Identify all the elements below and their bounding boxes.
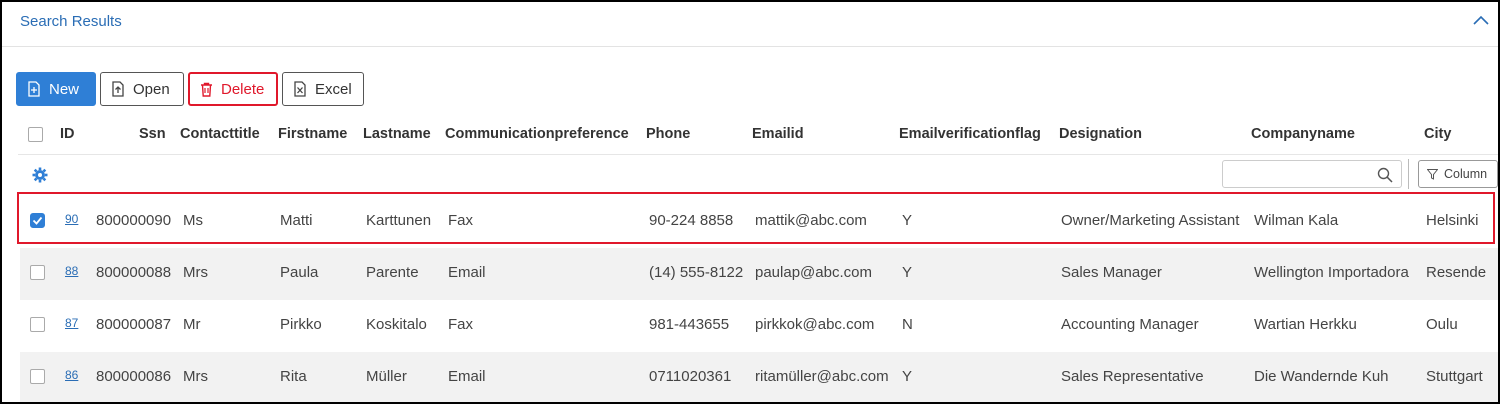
cell-comm: Fax (448, 212, 474, 229)
cell-email: ritamüller@abc.com (755, 368, 889, 385)
excel-file-icon (294, 81, 306, 97)
cell-first: Paula (280, 264, 319, 281)
cell-phone: 90-224 8858 (649, 212, 734, 229)
cell-designation: Owner/Marketing Assistant (1061, 212, 1240, 229)
cell-last: Koskitalo (366, 316, 427, 333)
cell-city: Oulu (1426, 316, 1458, 333)
select-all-checkbox[interactable] (28, 127, 43, 142)
cell-first: Pirkko (280, 316, 322, 333)
col-header-city[interactable]: City (1424, 126, 1451, 142)
col-header-phone[interactable]: Phone (646, 126, 690, 142)
cell-phone: 981-443655 (649, 316, 730, 333)
cell-city: Stuttgart (1426, 368, 1483, 385)
cell-company: Die Wandernde Kuh (1254, 368, 1389, 385)
cell-email: mattik@abc.com (755, 212, 867, 229)
cell-designation: Sales Representative (1061, 368, 1204, 385)
cell-comm: Email (448, 368, 486, 385)
cell-last: Müller (366, 368, 407, 385)
col-header-id[interactable]: ID (60, 126, 75, 142)
col-header-companyname[interactable]: Companyname (1251, 126, 1355, 142)
col-header-ssn[interactable]: Ssn (139, 126, 166, 142)
delete-button-label: Delete (221, 80, 265, 98)
cell-email: paulap@abc.com (755, 264, 872, 281)
row-checkbox[interactable] (30, 213, 45, 228)
cell-title: Mrs (183, 264, 208, 281)
row-checkbox[interactable] (30, 317, 45, 332)
toolbar-divider (1408, 159, 1409, 189)
col-header-emailverificationflag[interactable]: Emailverificationflag (899, 126, 1041, 142)
row-checkbox[interactable] (30, 265, 45, 280)
col-header-firstname[interactable]: Firstname (278, 126, 347, 142)
cell-designation: Accounting Manager (1061, 316, 1199, 333)
new-file-icon (28, 81, 40, 97)
col-header-communicationpreference[interactable]: Communicationpreference (445, 126, 629, 142)
cell-ssn: 800000090 (96, 212, 172, 229)
trash-icon (201, 82, 212, 97)
cell-title: Mr (183, 316, 201, 333)
cell-company: Wellington Importadora (1254, 264, 1409, 281)
panel-title: Search Results (20, 13, 122, 30)
cell-city: Helsinki (1426, 212, 1479, 229)
cell-ssn: 800000087 (96, 316, 172, 333)
search-results-panel: Search Results New Open Delete Excel ID … (0, 0, 1500, 404)
cell-flag: Y (902, 264, 913, 281)
column-filter-label: Column (1444, 167, 1488, 181)
excel-button[interactable]: Excel (282, 72, 364, 106)
chevron-up-icon[interactable] (1470, 10, 1492, 32)
row-id-link[interactable]: 90 (65, 212, 78, 226)
col-header-lastname[interactable]: Lastname (363, 126, 431, 142)
cell-first: Rita (280, 368, 307, 385)
col-header-contacttitle[interactable]: Contacttitle (180, 126, 260, 142)
search-input[interactable] (1222, 160, 1402, 188)
delete-button[interactable]: Delete (188, 72, 278, 106)
cell-flag: N (902, 316, 913, 333)
new-button[interactable]: New (16, 72, 96, 106)
col-header-designation[interactable]: Designation (1059, 126, 1142, 142)
panel-header: Search Results (2, 2, 1498, 47)
open-button-label: Open (133, 80, 170, 98)
cell-ssn: 800000086 (96, 368, 172, 385)
cell-comm: Email (448, 264, 486, 281)
cell-last: Parente (366, 264, 419, 281)
cell-company: Wartian Herkku (1254, 316, 1357, 333)
table-row[interactable]: 90 800000090 Ms Matti Karttunen Fax 90-224 885… (20, 196, 1498, 248)
table-row[interactable]: 88 800000088 Mrs Paula Parente Email (14) 555-… (20, 248, 1498, 300)
cell-city: Resende (1426, 264, 1487, 281)
cell-flag: Y (902, 212, 913, 229)
cell-email: pirkkok@abc.com (755, 316, 875, 333)
grid-header: ID Ssn Contacttitle Firstname Lastname C… (18, 114, 1498, 155)
search-icon[interactable] (1377, 167, 1393, 188)
cell-last: Karttunen (366, 212, 432, 229)
filter-icon (1427, 168, 1438, 180)
row-id-link[interactable]: 88 (65, 264, 78, 278)
table-row[interactable]: 86 800000086 Mrs Rita Müller Email 0711020361 r… (20, 352, 1498, 402)
column-filter-button[interactable]: Column (1418, 160, 1498, 188)
open-file-icon (112, 81, 124, 97)
cell-first: Matti (280, 212, 313, 229)
cell-designation: Sales Manager (1061, 264, 1162, 281)
new-button-label: New (49, 80, 80, 98)
cell-phone: 0711020361 (649, 368, 732, 385)
excel-button-label: Excel (315, 80, 352, 98)
cell-phone: (14) 555-8122 (649, 264, 744, 281)
gear-icon[interactable] (32, 167, 48, 188)
cell-title: Mrs (183, 368, 208, 385)
filter-bar: Column (18, 155, 1498, 195)
open-button[interactable]: Open (100, 72, 184, 106)
cell-ssn: 800000088 (96, 264, 172, 281)
row-id-link[interactable]: 87 (65, 316, 78, 330)
row-checkbox[interactable] (30, 369, 45, 384)
cell-title: Ms (183, 212, 203, 229)
cell-comm: Fax (448, 316, 474, 333)
table-row[interactable]: 87 800000087 Mr Pirkko Koskitalo Fax 981-44365… (20, 300, 1498, 352)
row-id-link[interactable]: 86 (65, 368, 78, 382)
col-header-emailid[interactable]: Emailid (752, 126, 804, 142)
cell-company: Wilman Kala (1254, 212, 1339, 229)
cell-flag: Y (902, 368, 913, 385)
